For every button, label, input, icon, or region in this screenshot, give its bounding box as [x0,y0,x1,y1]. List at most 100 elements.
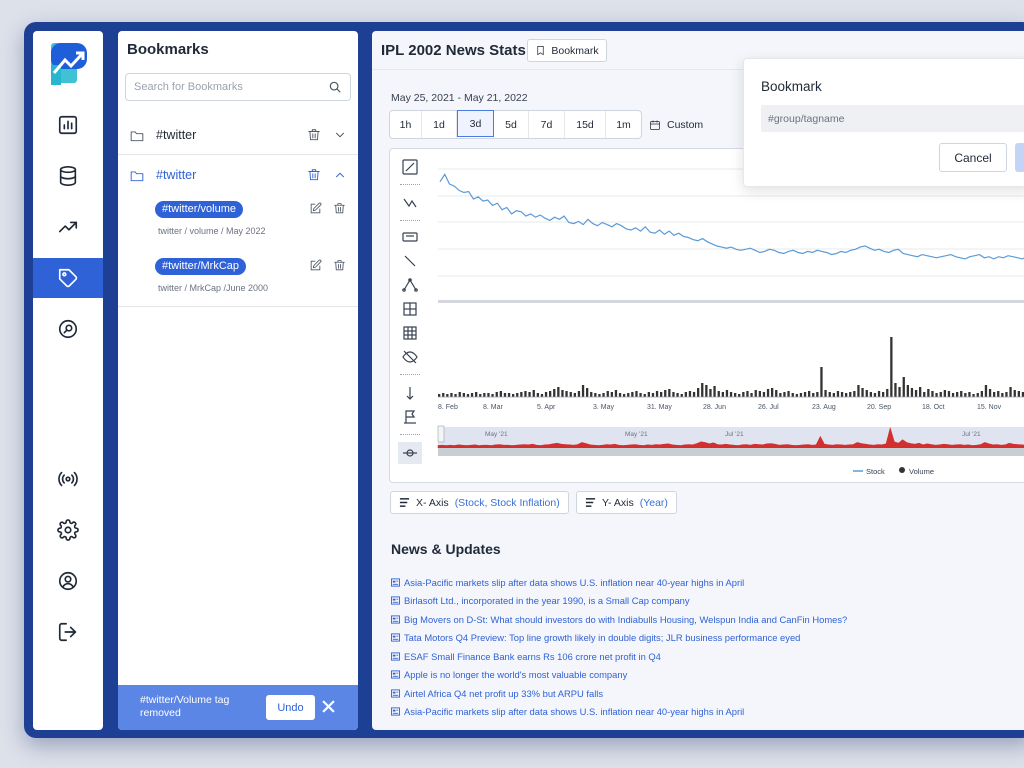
news-item[interactable]: Asia-Pacific markets slip after data sho… [391,703,1011,722]
tag-name-input[interactable] [761,105,1024,132]
volume-bar [470,393,474,397]
database-nav[interactable] [33,156,103,196]
volume-bar [610,392,613,397]
bookmark-search [125,73,351,101]
dialog-title: Bookmark [761,79,822,94]
volume-bar [697,388,700,397]
volume-bar [692,392,696,397]
x-tick-label: 18. Oct [922,404,945,411]
chart-canvas[interactable]: 8. Feb 8. Mar 5. Apr 3. May 31. May 28. Jun 26… [390,149,1024,484]
volume-bar [771,388,774,397]
x-tick-label: 20. Sep [867,404,891,411]
tag-pill[interactable]: #twitter/volume [155,201,243,218]
volume-bar [993,392,996,397]
volume-bar [499,391,502,397]
volume-bar [960,391,963,397]
volume-bar [721,392,724,397]
newspaper-icon [391,652,400,661]
broadcast-nav[interactable] [33,459,103,499]
logout-nav[interactable] [33,612,103,652]
newspaper-icon [391,689,400,698]
range-15d[interactable]: 15d [565,111,606,138]
tag-path: twitter / volume / May 2022 [158,226,266,236]
news-item[interactable]: Airtel Africa Q4 net profit up 33% but A… [391,684,1011,703]
volume-bar [795,394,798,397]
toast-message: #twitter/Volume tag removed [140,694,230,719]
custom-label: Custom [667,119,704,131]
volume-bar [553,389,556,397]
x-tick-label: 8. Mar [483,404,504,411]
news-item[interactable]: Asia-Pacific markets slip after data sho… [391,573,1011,592]
news-item[interactable]: Big Movers on D-St: What should investor… [391,610,1011,629]
analytics-nav[interactable] [33,105,103,145]
settings-nav[interactable] [33,510,103,550]
volume-bar [886,389,889,397]
volume-bar [524,391,527,397]
trash-icon[interactable] [333,259,346,272]
range-selector: 1h 1d 3d 5d 7d 15d 1m [389,110,642,139]
range-3d[interactable]: 3d [457,110,494,137]
news-headline: Tata Motors Q4 Preview: Top line growth … [404,632,801,644]
volume-bar [1013,390,1016,397]
range-5d[interactable]: 5d [494,111,529,138]
app-logo [51,43,87,85]
range-1h[interactable]: 1h [390,111,422,138]
range-7d[interactable]: 7d [529,111,565,138]
edit-icon[interactable] [309,202,322,215]
volume-bar [438,394,441,397]
cancel-button[interactable]: Cancel [939,143,1007,172]
volume-bar [984,385,988,397]
profile-nav[interactable] [33,561,103,601]
search-icon[interactable] [328,80,342,94]
undo-button[interactable]: Undo [266,695,315,720]
bookmark-dialog: Bookmark Cancel [743,58,1024,187]
news-item[interactable]: Apple is no longer the world's most valu… [391,666,1011,685]
search-nav[interactable] [33,309,103,349]
range-1d[interactable]: 1d [422,111,457,138]
stock-series-line [439,173,1024,260]
news-item[interactable]: ESAF Small Finance Bank earns Rs 106 cro… [391,647,1011,666]
x-axis-button[interactable]: X- Axis (Stock, Stock Inflation) [390,491,569,514]
volume-bar [717,391,720,397]
tag-pill[interactable]: #twitter/MrkCap [155,258,247,275]
volume-bar [898,387,901,397]
trash-icon[interactable] [307,168,321,182]
volume-bar [890,337,893,397]
volume-bar [602,393,605,397]
trash-icon[interactable] [307,128,321,142]
legend-volume-marker [899,467,905,473]
trending-nav[interactable] [33,207,103,247]
navigator-tick-label: May '21 [485,431,508,438]
volume-bar [586,388,589,397]
bookmark-button[interactable]: Bookmark [527,39,607,62]
volume-bar [734,393,737,397]
confirm-button[interactable] [1015,143,1024,172]
bookmark-search-input[interactable] [126,74,316,100]
y-axis-button[interactable]: Y- Axis (Year) [576,491,677,514]
trash-icon[interactable] [333,202,346,215]
bookmark-group-expanded[interactable]: #twitter [118,157,358,193]
news-item[interactable]: Tata Motors Q4 Preview: Top line growth … [391,629,1011,648]
volume-bar [845,393,848,397]
range-1m[interactable]: 1m [606,111,641,138]
volume-bar [758,391,761,397]
volume-bar [853,391,856,397]
close-icon[interactable] [322,700,335,713]
tags-nav[interactable] [33,258,103,298]
volume-bar [742,392,745,397]
volume-bar [787,391,790,397]
newspaper-icon [391,578,400,587]
volume-bar [635,391,638,397]
edit-icon[interactable] [309,259,322,272]
chevron-down-icon[interactable] [333,128,347,142]
bookmark-group-collapsed[interactable]: #twitter [118,117,358,153]
volume-bar [577,391,581,397]
volume-bar [643,394,646,397]
chevron-up-icon[interactable] [333,168,347,182]
volume-bar [754,390,757,397]
news-item[interactable]: Birlasoft Ltd., incorporated in the year… [391,592,1011,611]
x-tick-label: 5. Apr [537,404,556,411]
volume-bar [803,392,807,397]
custom-range[interactable]: Custom [649,119,703,131]
volume-bar [832,393,835,397]
